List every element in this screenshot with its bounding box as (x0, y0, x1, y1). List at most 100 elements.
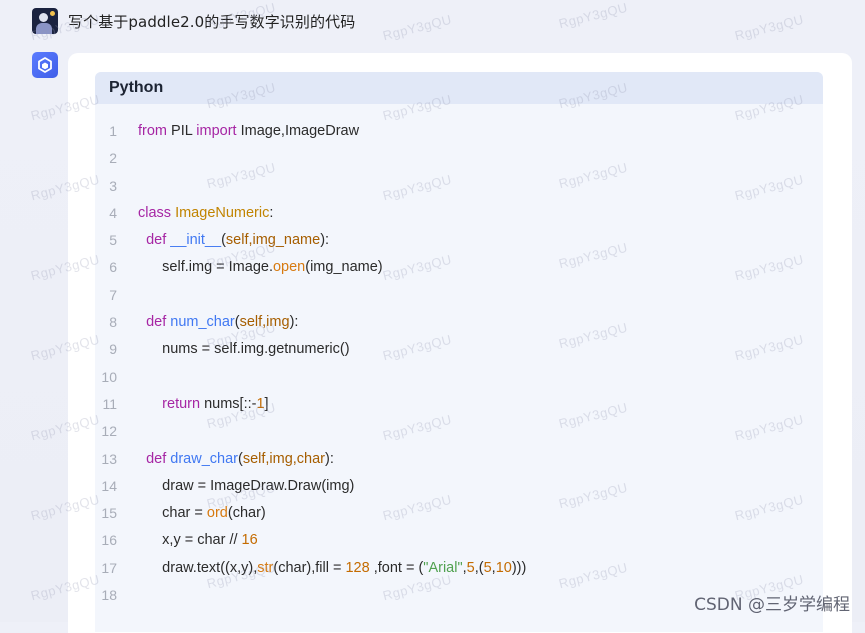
line-number: 4 (109, 204, 117, 221)
code-line: 9 nums = self.img.getnumeric() (95, 336, 823, 363)
code-line: 14 draw = ImageDraw.Draw(img) (95, 473, 823, 500)
line-number: 2 (109, 150, 117, 167)
code-line: 5 def __init__(self,img_name): (95, 227, 823, 254)
code-token: 5 (466, 559, 475, 576)
code-line: 6 self.img = Image.open(img_name) (95, 254, 823, 281)
code-token: ,font = ( (369, 559, 424, 576)
code-token: x,y = char // (138, 532, 242, 549)
line-number: 8 (109, 314, 117, 331)
code-token: str (257, 559, 274, 576)
line-number: 7 (109, 286, 117, 303)
code-text: def num_char(self,img): (138, 309, 298, 336)
code-line: 2 (95, 145, 823, 172)
line-number: 5 (109, 232, 117, 249)
line-number: 13 (101, 450, 117, 467)
code-text: draw.text((x,y),str(char),fill = 128 ,fo… (138, 555, 526, 582)
code-line: 15 char = ord(char) (95, 500, 823, 527)
code-line: 7 (95, 282, 823, 309)
code-line: 11 return nums[::-1] (95, 391, 823, 418)
line-number: 9 (109, 341, 117, 358)
code-token: ): (320, 232, 330, 249)
code-token: : (269, 204, 274, 221)
code-line: 13 def draw_char(self,img,char): (95, 446, 823, 473)
code-token: 10 (495, 559, 512, 576)
line-number: 1 (109, 123, 117, 139)
code-token: draw = ImageDraw.Draw(img) (138, 477, 355, 494)
line-number: 18 (101, 587, 117, 604)
line-number: 15 (101, 505, 117, 522)
code-token: nums = self.img.getnumeric() (138, 341, 350, 358)
line-number: 3 (109, 177, 117, 194)
code-text: char = ord(char) (138, 500, 266, 527)
user-question-text: 写个基于paddle2.0的手写数字识别的代码 (68, 12, 356, 31)
code-line: 3 (95, 173, 823, 200)
code-token: import (196, 123, 237, 139)
code-token: 128 (345, 559, 370, 576)
code-token: 5 (483, 559, 492, 576)
code-token: ): (325, 450, 334, 467)
code-token: from (138, 123, 167, 139)
code-token: ord (206, 505, 228, 522)
line-number: 12 (101, 423, 117, 440)
code-block: Python 1 from PIL import Image,ImageDraw 2… (95, 72, 823, 632)
code-token: draw_char (170, 450, 238, 467)
user-message: 写个基于paddle2.0的手写数字识别的代码 (32, 7, 355, 35)
code-token: nums[::- (200, 395, 257, 412)
cube-logo-icon (32, 52, 58, 78)
code-line: 1 from PIL import Image,ImageDraw (95, 118, 823, 145)
code-token: open (272, 259, 306, 276)
line-number: 16 (101, 532, 117, 549)
watermark-text: RgpY3gQU (381, 11, 454, 44)
code-line: 4 class ImageNumeric: (95, 200, 823, 227)
code-text: x,y = char // 16 (138, 527, 258, 554)
code-text: class ImageNumeric: (138, 200, 273, 227)
code-text: from PIL import Image,ImageDraw (138, 118, 359, 145)
code-token: "Arial" (423, 559, 463, 576)
code-token: ))) (511, 559, 527, 576)
code-line: 17 draw.text((x,y),str(char),fill = 128 … (95, 555, 823, 582)
watermark-text: RgpY3gQU (557, 0, 630, 32)
code-token: (char),fill = (273, 559, 346, 576)
code-token: ,( (474, 559, 484, 576)
code-token: 1 (256, 395, 265, 412)
code-token: self.img = Image. (138, 259, 273, 276)
user-avatar-icon[interactable] (32, 8, 58, 34)
code-token: (char) (227, 505, 266, 522)
code-text: return nums[::-1] (138, 391, 269, 418)
code-text: draw = ImageDraw.Draw(img) (138, 473, 354, 500)
code-language-label: Python (95, 72, 823, 104)
code-token: char = (138, 505, 207, 522)
line-number: 10 (101, 368, 117, 385)
code-line: 16 x,y = char // 16 (95, 527, 823, 554)
line-number: 14 (101, 477, 117, 494)
code-token: num_char (170, 314, 235, 331)
code-token: def (146, 450, 167, 467)
line-number: 17 (101, 559, 117, 576)
code-token: ): (289, 314, 299, 331)
code-token: def (146, 232, 167, 249)
code-token: self,img,char (242, 450, 326, 467)
line-number: 11 (102, 395, 117, 412)
watermark-text: RgpY3gQU (733, 11, 806, 44)
code-token: self,img (239, 314, 290, 331)
code-text: nums = self.img.getnumeric() (138, 336, 350, 363)
code-token: ImageNumeric (175, 204, 270, 221)
code-token: ] (264, 395, 269, 412)
site-watermark: CSDN @三岁学编程 (694, 595, 850, 615)
code-text: def __init__(self,img_name): (138, 227, 329, 254)
code-token: PIL (167, 123, 197, 139)
line-number: 6 (109, 259, 117, 276)
answer-panel: Python 1 from PIL import Image,ImageDraw 2… (68, 53, 852, 633)
code-token: 16 (241, 532, 258, 549)
code-token: return (162, 395, 201, 412)
code-line: 10 (95, 364, 823, 391)
code-body: 1 from PIL import Image,ImageDraw 2 3 4 class… (95, 104, 823, 609)
code-text: self.img = Image.open(img_name) (138, 254, 383, 281)
code-token: (img_name) (305, 259, 383, 276)
code-line: 12 (95, 418, 823, 445)
code-token: def (146, 314, 167, 331)
